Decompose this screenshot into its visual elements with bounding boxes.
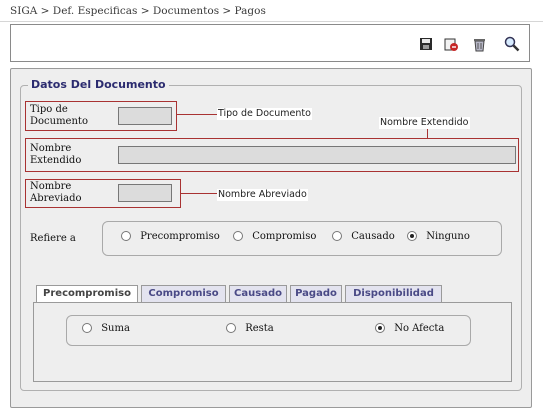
radio-suma-label: Suma: [101, 323, 130, 334]
nombre-abreviado-label: Nombre Abreviado: [30, 181, 82, 205]
toolbar: [10, 24, 530, 62]
radio-precompromiso-label: Precompromiso: [140, 231, 220, 242]
radio-compromiso-label: Compromiso: [252, 231, 317, 242]
nombre-extendido-label-line2: Extendido: [30, 155, 82, 166]
afecta-option-suma[interactable]: Suma: [82, 323, 130, 334]
afecta-option-resta[interactable]: Resta: [226, 323, 274, 334]
radio-resta-label: Resta: [245, 323, 274, 334]
tab-pagado[interactable]: Pagado: [290, 285, 342, 302]
refiere-option-causado[interactable]: Causado: [332, 231, 395, 242]
tab-disponibilidad[interactable]: Disponibilidad: [345, 285, 442, 302]
radio-resta[interactable]: [226, 323, 236, 333]
radio-causado-label: Causado: [351, 231, 395, 242]
tipo-documento-label-line1: Tipo de: [30, 104, 68, 115]
search-icon[interactable]: [504, 36, 520, 52]
radio-suma[interactable]: [82, 323, 92, 333]
nombre-abreviado-label-line1: Nombre: [30, 181, 72, 192]
nombre-abreviado-connector: [181, 193, 217, 194]
radio-compromiso[interactable]: [233, 231, 243, 241]
nombre-extendido-label-line1: Nombre: [30, 143, 72, 154]
tab-compromiso[interactable]: Compromiso: [141, 285, 226, 302]
refiere-a-label: Refiere a: [30, 233, 76, 244]
radio-precompromiso[interactable]: [121, 231, 131, 241]
tipo-documento-annotation: Tipo de Documento: [217, 108, 312, 120]
save-icon[interactable]: [418, 36, 434, 52]
tab-precompromiso[interactable]: Precompromiso: [36, 285, 138, 303]
radio-no-afecta-label: No Afecta: [394, 323, 445, 334]
cancel-icon[interactable]: [443, 36, 459, 52]
radio-ninguno[interactable]: [407, 231, 417, 241]
nombre-abreviado-annotation: Nombre Abreviado: [217, 189, 308, 201]
tipo-documento-connector: [177, 114, 217, 115]
nombre-abreviado-input[interactable]: [118, 184, 172, 202]
radio-causado[interactable]: [332, 231, 342, 241]
tipo-documento-input[interactable]: [118, 107, 172, 125]
radio-ninguno-label: Ninguno: [426, 231, 470, 242]
refiere-option-precompromiso[interactable]: Precompromiso: [121, 231, 220, 242]
afecta-option-no-afecta[interactable]: No Afecta: [375, 323, 444, 334]
refiere-option-compromiso[interactable]: Compromiso: [233, 231, 316, 242]
delete-icon[interactable]: [471, 36, 487, 52]
nombre-extendido-label: Nombre Extendido: [30, 143, 81, 167]
nombre-extendido-connector: [427, 129, 428, 138]
breadcrumb: SIGA > Def. Especificas > Documentos > P…: [0, 0, 543, 22]
tab-causado[interactable]: Causado: [229, 285, 287, 302]
tipo-documento-label-line2: Documento: [30, 116, 88, 127]
refiere-option-ninguno[interactable]: Ninguno: [407, 231, 470, 242]
nombre-extendido-input[interactable]: [118, 146, 516, 164]
radio-no-afecta[interactable]: [375, 323, 385, 333]
nombre-extendido-annotation: Nombre Extendido: [379, 117, 470, 129]
tipo-documento-label: Tipo de Documento: [30, 104, 88, 128]
nombre-abreviado-label-line2: Abreviado: [30, 193, 82, 204]
fieldset-legend: Datos Del Documento: [28, 78, 169, 91]
